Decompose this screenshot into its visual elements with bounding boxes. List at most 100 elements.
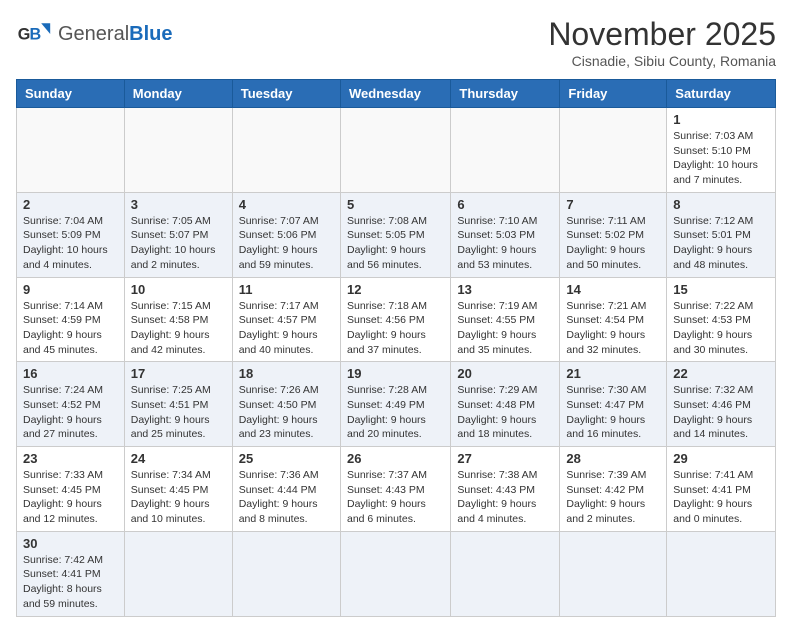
day-number: 30 [23, 536, 118, 551]
header-sunday: Sunday [17, 80, 125, 108]
day-info: Sunrise: 7:39 AM Sunset: 4:42 PM Dayligh… [566, 468, 660, 527]
calendar-cell: 8 Sunrise: 7:12 AM Sunset: 5:01 PM Daylig… [667, 192, 776, 277]
logo: G B GeneralBlue [16, 16, 173, 52]
calendar-week-4: 16 Sunrise: 7:24 AM Sunset: 4:52 PM Dayli… [17, 362, 776, 447]
day-info: Sunrise: 7:10 AM Sunset: 5:03 PM Dayligh… [457, 214, 553, 273]
day-number: 15 [673, 282, 769, 297]
calendar-cell: 19Sunrise: 7:28 AM Sunset: 4:49 PM Dayli… [340, 362, 450, 447]
day-info: Sunrise: 7:41 AM Sunset: 4:41 PM Dayligh… [673, 468, 769, 527]
day-info: Sunrise: 7:17 AM Sunset: 4:57 PM Dayligh… [239, 299, 334, 358]
calendar-cell: 24Sunrise: 7:34 AM Sunset: 4:45 PM Dayli… [124, 447, 232, 532]
day-number: 28 [566, 451, 660, 466]
calendar-cell: 26 Sunrise: 7:37 AM Sunset: 4:43 PM Dayli… [340, 447, 450, 532]
calendar-cell [124, 108, 232, 193]
calendar-cell: 15Sunrise: 7:22 AM Sunset: 4:53 PM Dayli… [667, 277, 776, 362]
day-info: Sunrise: 7:11 AM Sunset: 5:02 PM Dayligh… [566, 214, 660, 273]
calendar-cell [560, 531, 667, 616]
calendar-cell [451, 531, 560, 616]
page-header: G B GeneralBlue November 2025 Cisnadie, … [16, 16, 776, 69]
day-number: 25 [239, 451, 334, 466]
day-info: Sunrise: 7:30 AM Sunset: 4:47 PM Dayligh… [566, 383, 660, 442]
day-number: 26 [347, 451, 444, 466]
day-info: Sunrise: 7:29 AM Sunset: 4:48 PM Dayligh… [457, 383, 553, 442]
calendar-cell: 27Sunrise: 7:38 AM Sunset: 4:43 PM Dayli… [451, 447, 560, 532]
calendar-week-1: 1 Sunrise: 7:03 AM Sunset: 5:10 PM Daylig… [17, 108, 776, 193]
day-number: 10 [131, 282, 226, 297]
day-info: Sunrise: 7:18 AM Sunset: 4:56 PM Dayligh… [347, 299, 444, 358]
day-info: Sunrise: 7:26 AM Sunset: 4:50 PM Dayligh… [239, 383, 334, 442]
header-monday: Monday [124, 80, 232, 108]
day-number: 9 [23, 282, 118, 297]
day-number: 24 [131, 451, 226, 466]
day-info: Sunrise: 7:05 AM Sunset: 5:07 PM Dayligh… [131, 214, 226, 273]
calendar-cell [232, 108, 340, 193]
day-info: Sunrise: 7:12 AM Sunset: 5:01 PM Dayligh… [673, 214, 769, 273]
day-info: Sunrise: 7:19 AM Sunset: 4:55 PM Dayligh… [457, 299, 553, 358]
day-number: 22 [673, 366, 769, 381]
calendar-cell: 18 Sunrise: 7:26 AM Sunset: 4:50 PM Dayli… [232, 362, 340, 447]
calendar-cell: 22Sunrise: 7:32 AM Sunset: 4:46 PM Dayli… [667, 362, 776, 447]
day-info: Sunrise: 7:03 AM Sunset: 5:10 PM Dayligh… [673, 129, 769, 188]
header-wednesday: Wednesday [340, 80, 450, 108]
calendar-cell: 1 Sunrise: 7:03 AM Sunset: 5:10 PM Daylig… [667, 108, 776, 193]
calendar-cell: 16 Sunrise: 7:24 AM Sunset: 4:52 PM Dayli… [17, 362, 125, 447]
calendar-cell: 11 Sunrise: 7:17 AM Sunset: 4:57 PM Dayli… [232, 277, 340, 362]
calendar-cell [667, 531, 776, 616]
location: Cisnadie, Sibiu County, Romania [548, 53, 776, 69]
day-number: 21 [566, 366, 660, 381]
day-info: Sunrise: 7:25 AM Sunset: 4:51 PM Dayligh… [131, 383, 226, 442]
day-info: Sunrise: 7:37 AM Sunset: 4:43 PM Dayligh… [347, 468, 444, 527]
header-row: SundayMondayTuesdayWednesdayThursdayFrid… [17, 80, 776, 108]
header-friday: Friday [560, 80, 667, 108]
svg-text:B: B [30, 25, 42, 43]
day-number: 2 [23, 197, 118, 212]
calendar-cell [560, 108, 667, 193]
day-number: 29 [673, 451, 769, 466]
calendar-week-5: 23Sunrise: 7:33 AM Sunset: 4:45 PM Dayli… [17, 447, 776, 532]
day-number: 16 [23, 366, 118, 381]
calendar-cell: 13Sunrise: 7:19 AM Sunset: 4:55 PM Dayli… [451, 277, 560, 362]
day-info: Sunrise: 7:21 AM Sunset: 4:54 PM Dayligh… [566, 299, 660, 358]
calendar-cell: 4Sunrise: 7:07 AM Sunset: 5:06 PM Daylig… [232, 192, 340, 277]
svg-text:G: G [18, 25, 31, 43]
day-number: 12 [347, 282, 444, 297]
day-number: 17 [131, 366, 226, 381]
header-saturday: Saturday [667, 80, 776, 108]
calendar-header: SundayMondayTuesdayWednesdayThursdayFrid… [17, 80, 776, 108]
day-number: 1 [673, 112, 769, 127]
calendar-cell: 17 Sunrise: 7:25 AM Sunset: 4:51 PM Dayli… [124, 362, 232, 447]
calendar-cell: 3 Sunrise: 7:05 AM Sunset: 5:07 PM Daylig… [124, 192, 232, 277]
calendar-cell: 30 Sunrise: 7:42 AM Sunset: 4:41 PM Dayli… [17, 531, 125, 616]
day-info: Sunrise: 7:36 AM Sunset: 4:44 PM Dayligh… [239, 468, 334, 527]
calendar-cell: 5Sunrise: 7:08 AM Sunset: 5:05 PM Daylig… [340, 192, 450, 277]
day-info: Sunrise: 7:07 AM Sunset: 5:06 PM Dayligh… [239, 214, 334, 273]
calendar-cell: 23Sunrise: 7:33 AM Sunset: 4:45 PM Dayli… [17, 447, 125, 532]
day-number: 11 [239, 282, 334, 297]
day-info: Sunrise: 7:04 AM Sunset: 5:09 PM Dayligh… [23, 214, 118, 273]
day-number: 3 [131, 197, 226, 212]
calendar-cell: 14Sunrise: 7:21 AM Sunset: 4:54 PM Dayli… [560, 277, 667, 362]
day-number: 8 [673, 197, 769, 212]
day-number: 19 [347, 366, 444, 381]
calendar-cell: 28 Sunrise: 7:39 AM Sunset: 4:42 PM Dayli… [560, 447, 667, 532]
day-info: Sunrise: 7:15 AM Sunset: 4:58 PM Dayligh… [131, 299, 226, 358]
day-info: Sunrise: 7:42 AM Sunset: 4:41 PM Dayligh… [23, 553, 118, 612]
calendar-cell [17, 108, 125, 193]
logo-icon: G B [16, 16, 52, 52]
calendar-cell: 9 Sunrise: 7:14 AM Sunset: 4:59 PM Daylig… [17, 277, 125, 362]
calendar-cell [124, 531, 232, 616]
day-number: 18 [239, 366, 334, 381]
calendar: SundayMondayTuesdayWednesdayThursdayFrid… [16, 79, 776, 617]
day-number: 23 [23, 451, 118, 466]
day-info: Sunrise: 7:24 AM Sunset: 4:52 PM Dayligh… [23, 383, 118, 442]
calendar-cell: 10 Sunrise: 7:15 AM Sunset: 4:58 PM Dayli… [124, 277, 232, 362]
day-info: Sunrise: 7:14 AM Sunset: 4:59 PM Dayligh… [23, 299, 118, 358]
calendar-week-2: 2 Sunrise: 7:04 AM Sunset: 5:09 PM Daylig… [17, 192, 776, 277]
calendar-cell [340, 108, 450, 193]
calendar-cell [340, 531, 450, 616]
day-number: 5 [347, 197, 444, 212]
calendar-cell [232, 531, 340, 616]
day-number: 6 [457, 197, 553, 212]
day-number: 27 [457, 451, 553, 466]
calendar-week-6: 30 Sunrise: 7:42 AM Sunset: 4:41 PM Dayli… [17, 531, 776, 616]
